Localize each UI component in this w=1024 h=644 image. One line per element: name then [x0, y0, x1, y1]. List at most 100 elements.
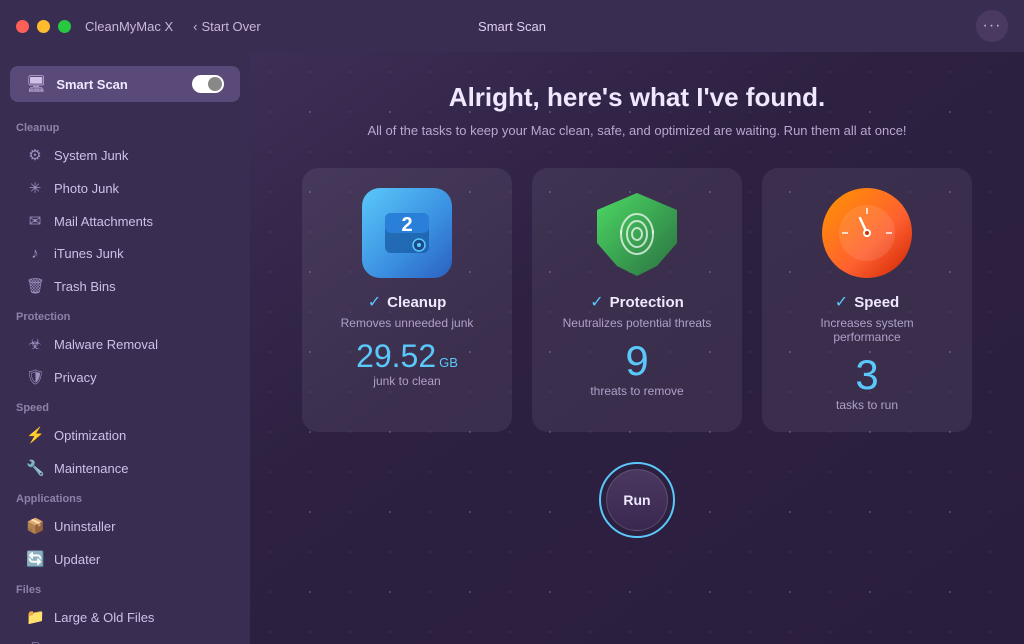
- section-label-speed: Speed: [0, 394, 250, 418]
- card-speed: ✓ Speed Increases system performance 3 t…: [762, 168, 972, 432]
- cards-container: 2 ✓ Cleanup Removes unneeded junk 29.52 …: [290, 168, 984, 432]
- card-speed-desc: Increases system performance: [786, 316, 948, 344]
- section-label-files: Files: [0, 576, 250, 600]
- sidebar-section-speed: Speed ⚡ Optimization 🔧 Maintenance: [0, 394, 250, 484]
- smart-scan-toggle[interactable]: [192, 75, 224, 93]
- optimization-icon: ⚡: [26, 426, 44, 444]
- shield-svg: [592, 188, 682, 278]
- sidebar-section-cleanup: Cleanup ⚙ System Junk ✳ Photo Junk ✉ Mai…: [0, 114, 250, 302]
- card-speed-heading: ✓ Speed: [835, 292, 899, 312]
- check-icon: ✓: [368, 292, 381, 312]
- card-speed-title: Speed: [854, 294, 899, 311]
- sidebar-item-label: Optimization: [54, 428, 126, 443]
- photo-icon: ✳: [26, 179, 44, 197]
- sidebar-item-label: Maintenance: [54, 461, 128, 476]
- sidebar-item-shredder[interactable]: 🖨 Shredder: [10, 634, 240, 644]
- protection-icon: [592, 188, 682, 278]
- sidebar-section-protection: Protection ☣ Malware Removal 🛡 Privacy: [0, 303, 250, 393]
- sidebar-section-applications: Applications 📦 Uninstaller 🔄 Updater: [0, 485, 250, 575]
- card-cleanup-desc: Removes unneeded junk: [341, 316, 474, 330]
- run-button[interactable]: Run: [606, 469, 668, 531]
- speedometer-svg: [832, 198, 902, 268]
- trash-icon: 🗑: [26, 277, 44, 295]
- card-cleanup: 2 ✓ Cleanup Removes unneeded junk 29.52 …: [302, 168, 512, 432]
- sidebar-item-large-old-files[interactable]: 📁 Large & Old Files: [10, 601, 240, 633]
- biohazard-icon: ☣: [26, 335, 44, 353]
- sidebar-item-label: Photo Junk: [54, 181, 119, 196]
- section-label-cleanup: Cleanup: [0, 114, 250, 138]
- protection-sublabel: threats to remove: [590, 384, 683, 398]
- run-button-ring: Run: [599, 462, 675, 538]
- sidebar-item-label: Large & Old Files: [54, 610, 154, 625]
- sidebar-item-smart-scan[interactable]: 🖥 Smart Scan: [10, 66, 240, 102]
- content-title: Alright, here's what I've found.: [449, 82, 825, 113]
- sidebar: 🖥 Smart Scan Cleanup ⚙ System Junk ✳ Pho…: [0, 52, 250, 644]
- traffic-lights: [16, 20, 71, 33]
- back-button[interactable]: ‹ Start Over: [193, 19, 261, 34]
- minimize-button[interactable]: [37, 20, 50, 33]
- gear-icon: ⚙: [26, 146, 44, 164]
- music-icon: ♪: [26, 245, 44, 262]
- card-protection: ✓ Protection Neutralizes potential threa…: [532, 168, 742, 432]
- sidebar-item-itunes-junk[interactable]: ♪ iTunes Junk: [10, 238, 240, 269]
- card-cleanup-heading: ✓ Cleanup: [368, 292, 447, 312]
- cleanup-unit: GB: [439, 355, 458, 370]
- close-button[interactable]: [16, 20, 29, 33]
- sidebar-item-label: Mail Attachments: [54, 214, 153, 229]
- content-area: Alright, here's what I've found. All of …: [250, 52, 1024, 644]
- card-cleanup-value: 29.52 GB: [356, 340, 458, 372]
- section-label-protection: Protection: [0, 303, 250, 327]
- main-layout: 🖥 Smart Scan Cleanup ⚙ System Junk ✳ Pho…: [0, 52, 1024, 644]
- check-icon: ✓: [835, 292, 848, 312]
- run-button-container: Run: [599, 462, 675, 538]
- sidebar-item-label: iTunes Junk: [54, 246, 124, 261]
- uninstaller-icon: 📦: [26, 517, 44, 535]
- updater-icon: 🔄: [26, 550, 44, 568]
- chevron-left-icon: ‹: [193, 19, 197, 34]
- sidebar-item-maintenance[interactable]: 🔧 Maintenance: [10, 452, 240, 484]
- sidebar-item-label: Uninstaller: [54, 519, 115, 534]
- sidebar-section-files: Files 📁 Large & Old Files 🖨 Shredder: [0, 576, 250, 644]
- monitor-icon: 🖥: [26, 74, 46, 94]
- titlebar: CleanMyMac X ‹ Start Over Smart Scan ···: [0, 0, 1024, 52]
- more-button[interactable]: ···: [976, 10, 1008, 42]
- speed-number: 3: [855, 351, 878, 398]
- speed-icon: [822, 188, 912, 278]
- card-protection-desc: Neutralizes potential threats: [563, 316, 712, 330]
- sidebar-item-privacy[interactable]: 🛡 Privacy: [10, 361, 240, 393]
- sidebar-item-uninstaller[interactable]: 📦 Uninstaller: [10, 510, 240, 542]
- sidebar-item-malware-removal[interactable]: ☣ Malware Removal: [10, 328, 240, 360]
- maximize-button[interactable]: [58, 20, 71, 33]
- hdd-svg: 2: [377, 203, 437, 263]
- sidebar-item-label: Updater: [54, 552, 100, 567]
- card-protection-heading: ✓ Protection: [590, 292, 684, 312]
- sidebar-item-optimization[interactable]: ⚡ Optimization: [10, 419, 240, 451]
- cleanup-sublabel: junk to clean: [373, 374, 440, 388]
- svg-text:2: 2: [401, 214, 412, 236]
- privacy-icon: 🛡: [26, 368, 44, 386]
- sidebar-item-system-junk[interactable]: ⚙ System Junk: [10, 139, 240, 171]
- sidebar-item-label: Privacy: [54, 370, 97, 385]
- cleanup-icon: 2: [362, 188, 452, 278]
- card-speed-value: 3: [855, 354, 878, 396]
- protection-number: 9: [625, 337, 648, 384]
- app-title: CleanMyMac X: [85, 19, 173, 34]
- wrench-icon: 🔧: [26, 459, 44, 477]
- card-protection-title: Protection: [610, 294, 684, 311]
- window-title: Smart Scan: [478, 19, 546, 34]
- card-cleanup-title: Cleanup: [387, 294, 446, 311]
- content-subtitle: All of the tasks to keep your Mac clean,…: [367, 123, 906, 138]
- cleanup-number: 29.52: [356, 340, 436, 372]
- sidebar-item-label: Malware Removal: [54, 337, 158, 352]
- mail-icon: ✉: [26, 212, 44, 230]
- smart-scan-label: Smart Scan: [56, 77, 192, 92]
- sidebar-item-label: Trash Bins: [54, 279, 116, 294]
- check-icon: ✓: [590, 292, 603, 312]
- sidebar-item-updater[interactable]: 🔄 Updater: [10, 543, 240, 575]
- sidebar-item-mail-attachments[interactable]: ✉ Mail Attachments: [10, 205, 240, 237]
- card-protection-value: 9: [625, 340, 648, 382]
- speed-sublabel: tasks to run: [836, 398, 898, 412]
- sidebar-item-photo-junk[interactable]: ✳ Photo Junk: [10, 172, 240, 204]
- folder-icon: 📁: [26, 608, 44, 626]
- sidebar-item-trash-bins[interactable]: 🗑 Trash Bins: [10, 270, 240, 302]
